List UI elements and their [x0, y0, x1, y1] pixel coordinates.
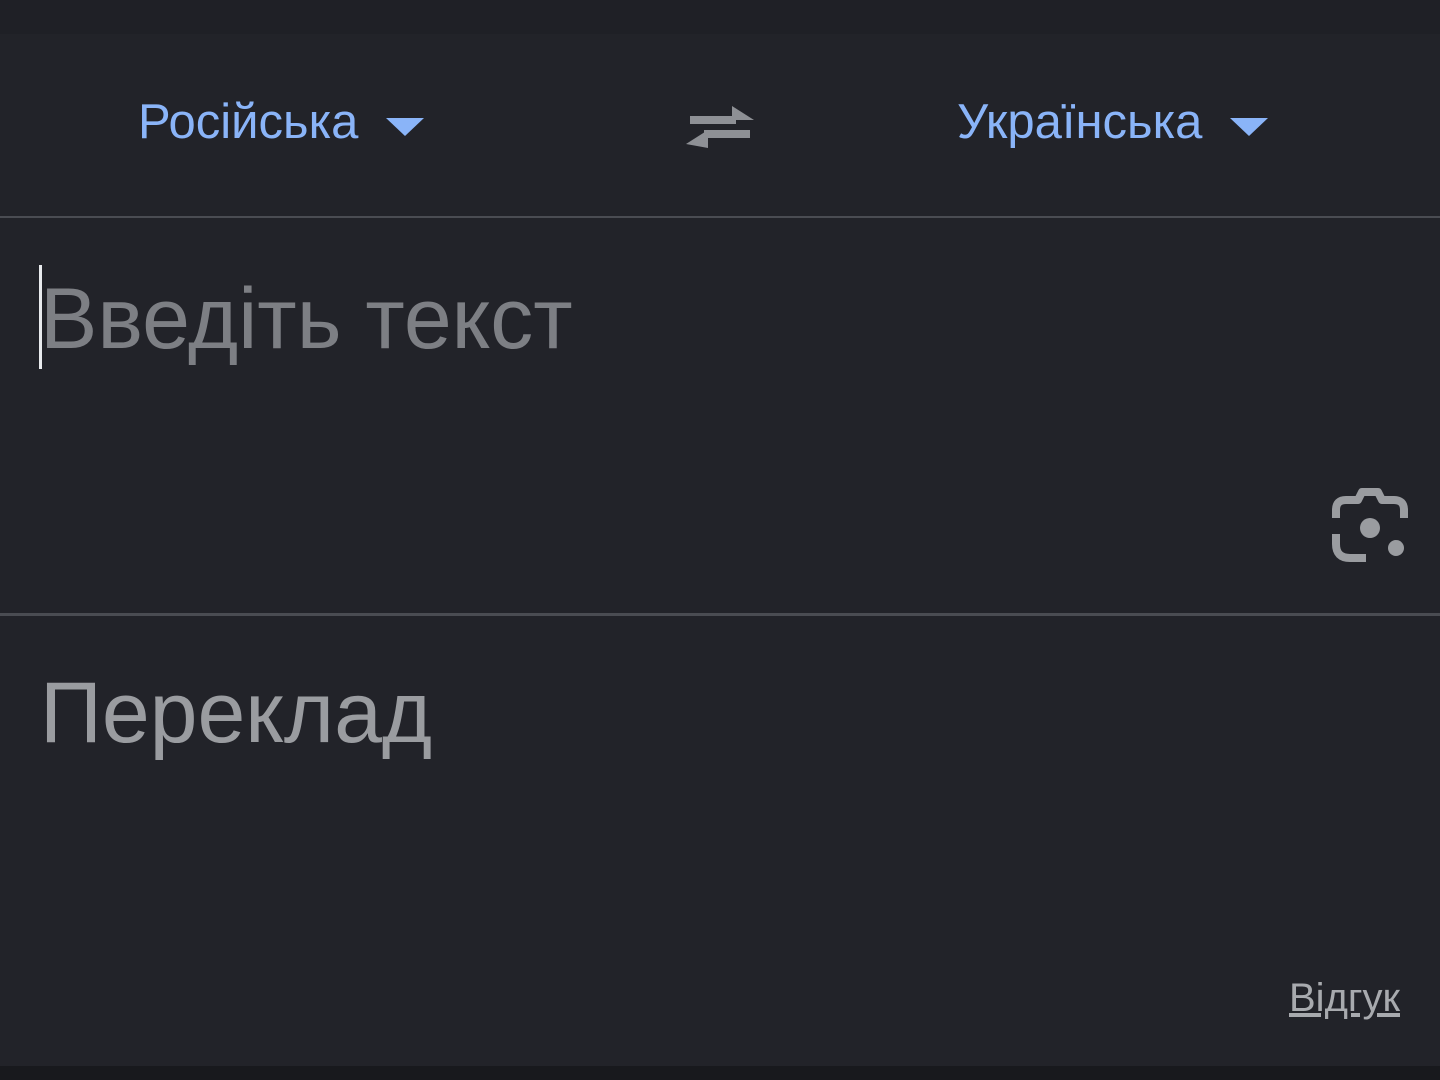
chevron-down-icon: [1230, 118, 1269, 136]
swap-languages-icon[interactable]: [680, 94, 760, 158]
target-language-label: Українська: [957, 95, 1203, 149]
source-language-label: Російська: [138, 95, 359, 149]
language-bar: Російська Українська: [0, 34, 1440, 216]
source-language-selector[interactable]: Російська: [138, 92, 425, 152]
source-text-area: [0, 218, 1440, 613]
feedback-link[interactable]: Відгук: [1289, 976, 1400, 1021]
source-text-input[interactable]: [40, 264, 1300, 374]
translation-placeholder: Переклад: [40, 665, 433, 761]
text-cursor: [39, 265, 42, 369]
chevron-down-icon: [386, 118, 425, 136]
translation-area: Переклад Відгук: [0, 616, 1440, 1066]
translate-app: Російська Українська Переклад Відгук: [0, 0, 1440, 1080]
bottom-bar: [0, 1066, 1440, 1080]
lens-camera-icon[interactable]: [1330, 488, 1410, 568]
top-band: [0, 0, 1440, 34]
target-language-selector[interactable]: Українська: [957, 92, 1269, 152]
